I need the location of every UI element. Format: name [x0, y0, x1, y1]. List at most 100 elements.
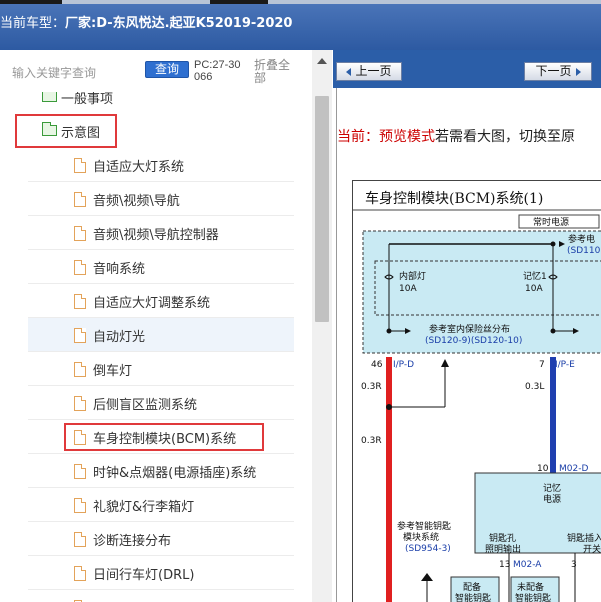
pin-3: 3 [571, 560, 577, 570]
ref-power-code: (SD110 [567, 246, 601, 256]
preview-prefix: 当前： [337, 129, 379, 145]
smartkey-code: (SD954-3) [405, 544, 451, 554]
not-equip-smartkey-label: 未配备 [517, 581, 544, 593]
connector-m02a: M02-A [513, 560, 542, 570]
tree-item[interactable]: 音频\视频\导航 [28, 182, 294, 216]
category-tree: 一般事项 示意图 自适应大灯系统 音频\视频\导航 音频\视频\导航控制器 音响… [0, 92, 312, 602]
page-nav-bar: 上一页 下一页 [333, 50, 601, 88]
tree-item[interactable]: 诊断连接分布 [28, 522, 294, 556]
connector-ipd: I/P-D [393, 360, 414, 370]
pc-code: PC:27-30066 [194, 59, 241, 83]
tree-item-hovered[interactable]: 自动灯光 [28, 318, 294, 352]
key-insert-label: 钥匙插入 [567, 532, 601, 544]
scroll-thumb[interactable] [315, 96, 329, 322]
memory-power-label-2: 电源 [543, 493, 561, 505]
document-icon [74, 532, 86, 547]
arrow-left-icon [346, 67, 352, 76]
document-icon [74, 328, 86, 343]
right-panel: 上一页 下一页 当前：预览模式若需看大图，切换至原 车身控制模块(BCM)系统(… [333, 50, 601, 602]
preview-mode-notice: 当前：预览模式若需看大图，切换至原 [337, 126, 575, 146]
keyhole-label-2: 照明输出 [485, 543, 521, 555]
tree-item-label: 日间行车灯(DRL) [93, 568, 195, 583]
wiring-schematic: 常时电源 参考电 (SD110 内部灯 10A 记忆1 10A 参考室内保险丝分… [353, 209, 601, 602]
tree-item[interactable]: 自适应大灯系统 [28, 148, 294, 182]
preview-hint: 若需看大图，切换至原 [435, 129, 575, 145]
next-page-button[interactable]: 下一页 [524, 62, 592, 81]
search-input[interactable] [12, 62, 138, 84]
connector-ipe: I/P-E [555, 360, 575, 370]
scroll-up-arrow-icon[interactable] [317, 58, 327, 64]
tree-item-label: 音频\视频\导航控制器 [93, 228, 219, 243]
tree-item-label: 诊断连接分布 [93, 534, 172, 549]
prev-page-label: 上一页 [355, 64, 392, 78]
tree-item-label: 礼貌灯&行李箱灯 [93, 500, 195, 515]
tree-item[interactable] [28, 590, 294, 602]
tree-item[interactable]: 时钟&点烟器(电源插座)系统 [28, 454, 294, 488]
memory1-amp: 10A [525, 284, 543, 294]
next-page-label: 下一页 [535, 64, 572, 78]
document-icon [74, 260, 86, 275]
tree-item[interactable]: 礼貌灯&行李箱灯 [28, 488, 294, 522]
tree-item[interactable]: 倒车灯 [28, 352, 294, 386]
interior-lamp-amp: 10A [399, 284, 417, 294]
tree-folder-label: 一般事项 [61, 92, 114, 107]
document-icon [74, 362, 86, 377]
document-icon [74, 226, 86, 241]
blue-wire [550, 357, 556, 473]
ref-smartkey-label: 参考智能钥匙 [397, 520, 451, 532]
tree-item[interactable]: 后侧盲区监测系统 [28, 386, 294, 420]
tree-item-label: 自动灯光 [93, 330, 146, 345]
wire-spec-3: 0.3R [361, 436, 382, 446]
document-icon [74, 464, 86, 479]
tree-item[interactable]: 音频\视频\导航控制器 [28, 216, 294, 250]
left-panel: 查询 PC:27-30066 折叠全部 一般事项 示意图 自适应大灯系统 音频\… [0, 50, 332, 602]
tree-item-label: 自适应大灯系统 [93, 160, 185, 175]
wiring-diagram[interactable]: 车身控制模块(BCM)系统(1) 常时电源 参考电 (SD110 内部灯 10A… [352, 180, 601, 602]
tree-item-label: 音响系统 [93, 262, 146, 277]
pin-7: 7 [539, 360, 545, 370]
key-insert-label-2: 开关 [583, 543, 601, 555]
tree-item-label: 自适应大灯调整系统 [93, 296, 211, 311]
equip-smartkey-label-2: 智能钥匙 [455, 592, 491, 602]
document-icon [74, 396, 86, 411]
prev-page-button[interactable]: 上一页 [336, 62, 402, 81]
collapse-all-button[interactable]: 折叠全部 [254, 59, 294, 85]
tree-item[interactable]: 自适应大灯调整系统 [28, 284, 294, 318]
preview-mode: 预览模式 [379, 129, 435, 145]
ref-smartkey-label-2: 模块系统 [403, 531, 439, 543]
search-bar: 查询 PC:27-30066 折叠全部 [0, 50, 312, 94]
preview-content: 当前：预览模式若需看大图，切换至原 车身控制模块(BCM)系统(1) 常时电源 … [336, 88, 601, 602]
ref-power-label: 参考电 [568, 233, 595, 245]
tree-item-label: 时钟&点烟器(电源插座)系统 [93, 466, 257, 481]
interior-lamp-label: 内部灯 [399, 270, 426, 282]
always-power-label: 常时电源 [533, 216, 569, 228]
top-header: 当前车型：厂家:D-东风悦达.起亚K52019-2020 [0, 4, 601, 50]
query-button[interactable]: 查询 [145, 61, 189, 78]
tree-scrollbar[interactable] [312, 50, 332, 602]
fuse-ref-codes: (SD120-9)(SD120-10) [425, 336, 522, 346]
document-icon [74, 294, 86, 309]
document-icon [74, 192, 86, 207]
current-car-model: 当前车型：厂家:D-东风悦达.起亚K52019-2020 [0, 12, 292, 31]
document-icon [74, 498, 86, 513]
tree-item-label: 后侧盲区监测系统 [93, 398, 198, 413]
red-wire [386, 357, 392, 602]
memory-power-label: 记忆 [543, 482, 561, 494]
tree-folder-general[interactable]: 一般事项 [28, 92, 228, 112]
car-value: 厂家:D-东风悦达.起亚K52019-2020 [65, 16, 293, 31]
highlight-box-item [64, 423, 264, 451]
arrow-right-icon [575, 67, 581, 76]
fuse-ref-label: 参考室内保险丝分布 [429, 323, 510, 335]
not-equip-smartkey-label-2: 智能钥匙 [515, 592, 551, 602]
car-label: 当前车型： [0, 16, 66, 31]
wire-spec-1: 0.3R [361, 382, 382, 392]
tree-item[interactable]: 日间行车灯(DRL) [28, 556, 294, 590]
highlight-box-folder [15, 114, 117, 148]
folder-icon [42, 92, 57, 102]
equip-smartkey-label: 配备 [463, 581, 481, 593]
keyhole-label: 钥匙孔 [489, 532, 516, 544]
pin-46: 46 [371, 360, 383, 370]
tree-item[interactable]: 音响系统 [28, 250, 294, 284]
document-icon [74, 158, 86, 173]
wire-spec-2: 0.3L [525, 382, 544, 392]
